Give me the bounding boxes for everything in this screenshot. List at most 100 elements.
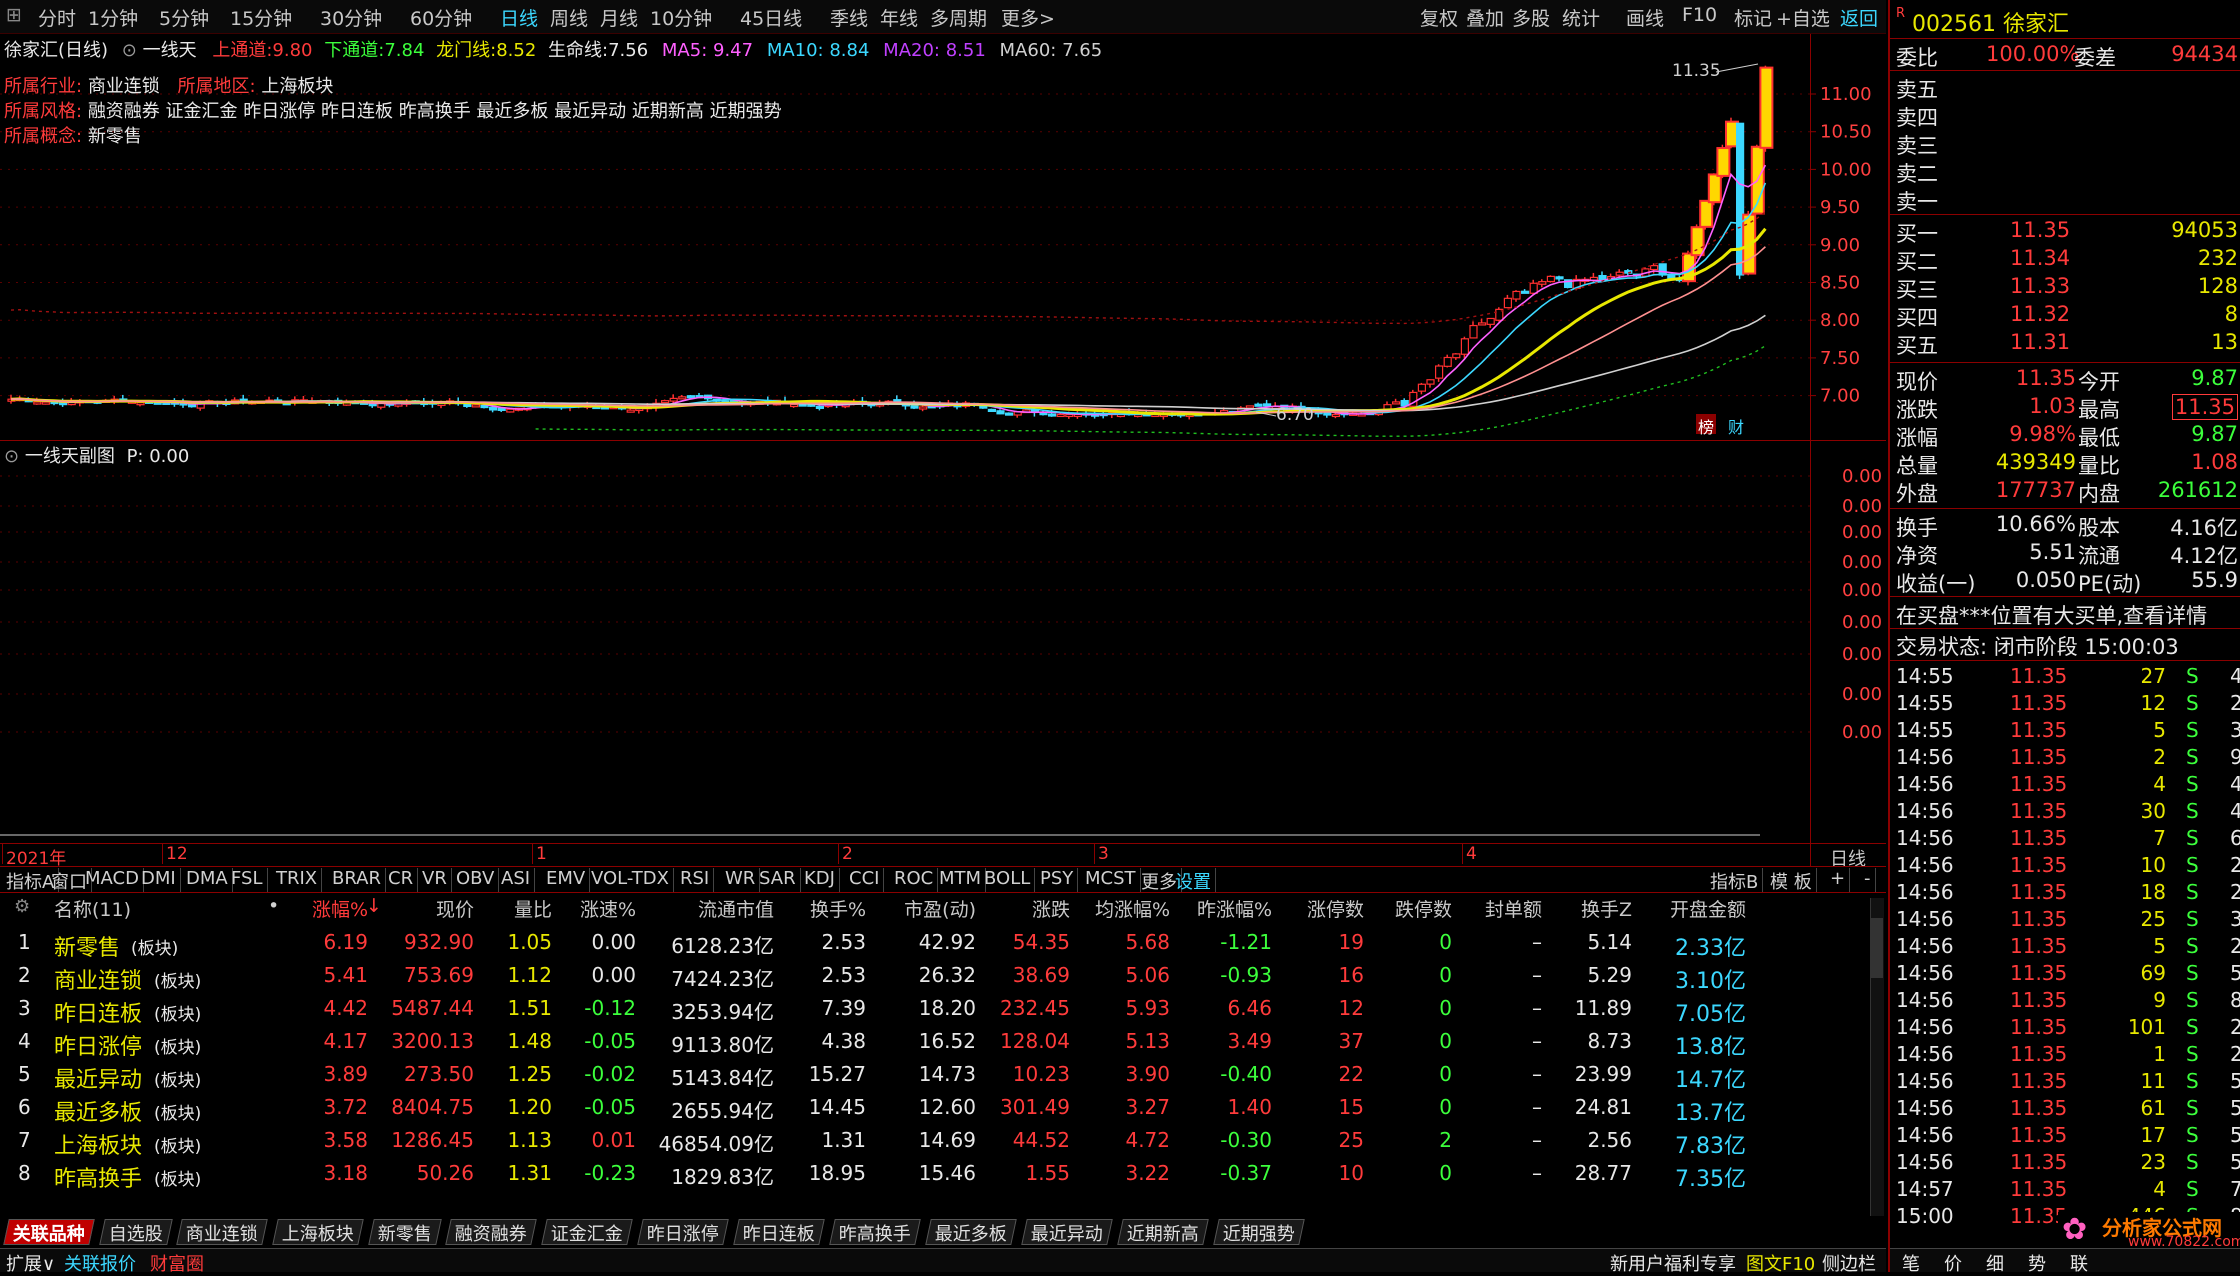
row-name[interactable]: 昨高换手 (54, 1161, 142, 1193)
period-tab-8[interactable]: 月线 (600, 4, 638, 31)
indicator-btn-7[interactable]: BRAR (328, 868, 386, 892)
table-row[interactable]: 3 昨日连板 (板块) 4.42 5487.44 1.51 -0.12 3253.94亿 7.3… (0, 996, 1866, 1028)
row-name[interactable]: 上海板块 (54, 1128, 142, 1160)
indicator-btn-17[interactable]: KDJ (800, 868, 840, 892)
block-tab-12[interactable]: 近期新高 (1117, 1219, 1209, 1245)
indicator-btn-12[interactable]: EMV (542, 868, 591, 892)
sell-level-row[interactable]: 卖三 (1896, 130, 2240, 158)
block-tab-13[interactable]: 近期强势 (1213, 1219, 1305, 1245)
indicator-right-btn-0[interactable]: 指标B (1706, 868, 1764, 893)
indicator-btn-14[interactable]: RSI (676, 868, 715, 892)
indicator-right-btn-3[interactable]: - (1860, 868, 1876, 892)
buy-level-row[interactable]: 买二 11.34 232 (1896, 246, 2240, 274)
toolbar-btn-0[interactable]: 复权 (1420, 4, 1458, 31)
toolbar-btn-7[interactable]: +自选 (1776, 4, 1830, 31)
period-tab-10[interactable]: 45日线 (740, 4, 802, 31)
indicator-btn-22[interactable]: PSY (1036, 868, 1079, 892)
period-tab-4[interactable]: 30分钟 (320, 4, 382, 31)
indicator-btn-25[interactable]: 设置 (1171, 868, 1216, 893)
indicator-btn-9[interactable]: VR (418, 868, 452, 892)
table-row[interactable]: 2 商业连锁 (板块) 5.41 753.69 1.12 0.00 7424.23亿 2.53 2… (0, 963, 1866, 994)
candlestick-chart[interactable]: 11.00 10.50 10.00 9.50 9.00 8.50 8.00 7.50 7.00 1… (0, 34, 1886, 444)
block-tab-7[interactable]: 昨日涨停 (637, 1219, 729, 1245)
buy-level-row[interactable]: 买五 11.31 13 (1896, 330, 2240, 358)
period-tab-6[interactable]: 日线 (500, 4, 538, 31)
period-tab-7[interactable]: 周线 (550, 4, 588, 31)
indicator-btn-2[interactable]: MACD (81, 868, 144, 892)
indicator-btn-20[interactable]: MTM (935, 868, 987, 892)
buy-level-row[interactable]: 买三 11.33 128 (1896, 274, 2240, 302)
period-tab-12[interactable]: 年线 (880, 4, 918, 31)
block-tab-8[interactable]: 昨日连板 (733, 1219, 825, 1245)
block-tab-3[interactable]: 上海板块 (272, 1219, 364, 1245)
toolbar-btn-5[interactable]: F10 (1682, 4, 1717, 26)
indicator-btn-8[interactable]: CR (384, 868, 419, 892)
indicator-btn-3[interactable]: DMI (137, 868, 181, 892)
buy-level-row[interactable]: 买四 11.32 8 (1896, 302, 2240, 330)
indicator-btn-10[interactable]: OBV (452, 868, 500, 892)
period-tab-2[interactable]: 5分钟 (159, 4, 209, 31)
table-row[interactable]: 7 上海板块 (板块) 3.58 1286.45 1.13 0.01 46854.09亿 1.3… (0, 1128, 1866, 1160)
toolbar-btn-3[interactable]: 统计 (1562, 4, 1600, 31)
table-row[interactable]: 1 新零售 (板块) 6.19 932.90 1.05 0.00 6128.23亿 2.53 42… (0, 930, 1866, 962)
table-row[interactable]: 5 最近异动 (板块) 3.89 273.50 1.25 -0.02 5143.84亿 15.2… (0, 1062, 1866, 1094)
block-tab-9[interactable]: 昨高换手 (829, 1219, 921, 1245)
toolbar-btn-4[interactable]: 画线 (1626, 4, 1664, 31)
table-row[interactable]: 6 最近多板 (板块) 3.72 8404.75 1.20 -0.05 2655.94亿 14.… (0, 1095, 1866, 1127)
buy-level-row[interactable]: 买一 11.35 94053 (1896, 218, 2240, 246)
panel-tab-trades[interactable]: 笔 (1902, 1250, 1920, 1276)
period-tab-1[interactable]: 1分钟 (88, 4, 138, 31)
big-order-notice[interactable]: 在买盘***位置有大买单,查看详情 (1896, 600, 2240, 628)
sell-level-row[interactable]: 卖一 (1896, 186, 2240, 214)
toolbar-btn-2[interactable]: 多股 (1512, 4, 1550, 31)
row-name[interactable]: 昨日连板 (54, 996, 142, 1028)
period-tab-9[interactable]: 10分钟 (650, 4, 712, 31)
row-name[interactable]: 最近多板 (54, 1095, 142, 1127)
table-scrollbar[interactable] (1870, 898, 1884, 1216)
row-name[interactable]: 最近异动 (54, 1062, 142, 1094)
toolbar-btn-8[interactable]: 返回 (1840, 4, 1878, 31)
toolbar-btn-6[interactable]: 标记 (1734, 4, 1772, 31)
period-tab-0[interactable]: 分时 (38, 4, 76, 31)
col-header-15[interactable]: 开盘金额 (1626, 895, 1746, 922)
indicator-right-btn-1[interactable]: 模 板 (1766, 868, 1817, 893)
expand-button[interactable]: 扩展∨ (6, 1250, 55, 1276)
related-quote-button[interactable]: 关联报价 (64, 1250, 136, 1276)
indicator-btn-5[interactable]: FSL (227, 868, 268, 892)
period-tab-5[interactable]: 60分钟 (410, 4, 472, 31)
sell-level-row[interactable]: 卖四 (1896, 102, 2240, 130)
finance-circle-button[interactable]: 财富圈 (150, 1250, 204, 1276)
period-tab-11[interactable]: 季线 (830, 4, 868, 31)
table-row[interactable]: 8 昨高换手 (板块) 3.18 50.26 1.31 -0.23 1829.83亿 18.95… (0, 1161, 1866, 1193)
block-tab-2[interactable]: 商业连锁 (176, 1219, 268, 1245)
indicator-btn-11[interactable]: ASI (497, 868, 536, 892)
finance-badge[interactable]: 财 (1726, 414, 1746, 437)
block-tab-6[interactable]: 证金汇金 (541, 1219, 633, 1245)
sidebar-button[interactable]: 侧边栏 (1822, 1250, 1876, 1276)
block-tab-5[interactable]: 融资融券 (445, 1219, 537, 1245)
period-tab-13[interactable]: 多周期 (930, 4, 987, 31)
period-tab-14[interactable]: 更多> (1001, 4, 1055, 31)
sort-desc-icon[interactable]: ↓ (366, 895, 382, 917)
table-row[interactable]: 4 昨日涨停 (板块) 4.17 3200.13 1.48 -0.05 9113.80亿 4.3… (0, 1029, 1866, 1061)
col-header-4[interactable]: 涨速% (516, 895, 636, 922)
row-name[interactable]: 昨日涨停 (54, 1029, 142, 1061)
col-header-6[interactable]: 换手% (746, 895, 866, 922)
block-tab-4[interactable]: 新零售 (368, 1219, 442, 1245)
block-tab-11[interactable]: 最近异动 (1021, 1219, 1113, 1245)
row-name[interactable]: 新零售 (54, 930, 120, 962)
indicator-btn-4[interactable]: DMA (182, 868, 233, 892)
indicator-btn-6[interactable]: TRIX (272, 868, 323, 892)
indicator-right-btn-2[interactable]: + (1826, 868, 1851, 892)
rank-badge[interactable]: 榜 (1696, 414, 1716, 437)
indicator-btn-16[interactable]: SAR (755, 868, 801, 892)
indicator-btn-21[interactable]: BOLL (980, 868, 1036, 892)
block-tab-0[interactable]: 关联品种 (3, 1219, 95, 1245)
indicator-btn-23[interactable]: MCST (1081, 868, 1141, 892)
col-header-14[interactable]: 换手Z (1512, 895, 1632, 922)
sell-level-row[interactable]: 卖二 (1896, 158, 2240, 186)
col-header-1[interactable]: 涨幅% (248, 895, 368, 922)
indicator-btn-19[interactable]: ROC (890, 868, 939, 892)
panel-tab-price[interactable]: 价 (1944, 1250, 1962, 1276)
sell-level-row[interactable]: 卖五 (1896, 74, 2240, 102)
